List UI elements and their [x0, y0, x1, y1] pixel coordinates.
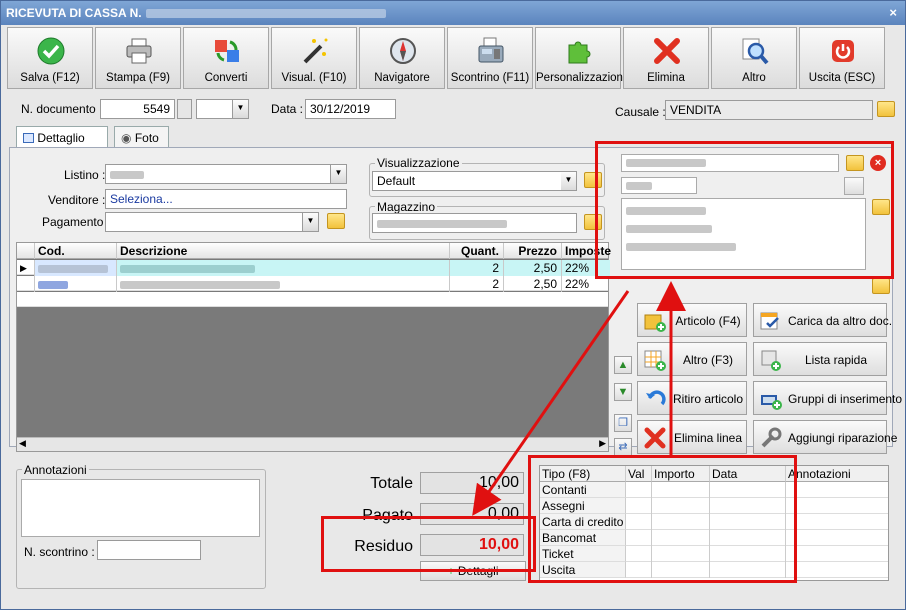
customize-button[interactable]: Personalizzazioni: [535, 27, 626, 89]
table-row[interactable]: 2 2,50 22%: [17, 276, 608, 292]
tab-dettaglio[interactable]: Dettaglio (F5): [16, 126, 108, 159]
annotazioni-title: Annotazioni: [22, 463, 89, 477]
annotazioni-textarea[interactable]: [21, 479, 260, 537]
pagamento-label: Pagamento :: [42, 215, 111, 229]
date-label: Data :: [271, 102, 304, 116]
wrench-icon: [761, 427, 782, 448]
save-button[interactable]: Salva (F12): [7, 27, 93, 89]
compass-icon: [390, 38, 416, 64]
chevron-down-icon[interactable]: ▼: [561, 172, 576, 190]
listino-label: Listino :: [64, 168, 106, 182]
close-icon[interactable]: ×: [889, 1, 897, 25]
exit-button[interactable]: Uscita (ESC): [799, 27, 885, 89]
redacted-number: [145, 9, 386, 19]
power-icon: [832, 40, 854, 62]
grid-header: Cod. Descrizione Quant. Prezzo Imposte: [17, 243, 611, 259]
camera-icon: ◉: [121, 131, 132, 145]
listino-select[interactable]: ▼: [105, 164, 347, 184]
move-up-icon[interactable]: ▲: [614, 356, 632, 374]
more-button[interactable]: Altro: [711, 27, 797, 89]
add-repair-button[interactable]: Aggiungi riparazione: [753, 420, 897, 454]
magnifier-icon: [742, 38, 769, 65]
duplicate-row-icon[interactable]: ⇄: [614, 438, 632, 456]
col-prezzo[interactable]: Prezzo: [504, 243, 562, 259]
highlight-customer-box: [595, 141, 894, 279]
convert-button[interactable]: Converti: [183, 27, 269, 89]
magic-wand-icon: [303, 38, 328, 64]
folder-icon[interactable]: [877, 101, 895, 117]
venditore-label: Venditore :: [48, 193, 106, 207]
insert-group-icon: [761, 395, 782, 410]
receipt-button[interactable]: Scontrino (F11): [447, 27, 533, 89]
highlight-payments-box: [528, 455, 797, 583]
doc-number-field[interactable]: 5549: [100, 99, 175, 119]
table-row[interactable]: [17, 292, 608, 307]
main-toolbar: Salva (F12) Stampa (F9) Converti Visual.…: [7, 27, 891, 89]
date-field[interactable]: 30/12/2019: [305, 99, 396, 119]
visualizzazione-title: Visualizzazione: [375, 156, 462, 170]
magazzino-title: Magazzino: [375, 200, 438, 214]
load-doc-button[interactable]: Carica da altro doc.: [753, 303, 892, 337]
add-grid-icon: [644, 350, 666, 371]
load-doc-icon: [760, 312, 779, 330]
scontrino-field[interactable]: [97, 540, 201, 560]
copy-row-icon[interactable]: ❐: [614, 414, 632, 432]
print-button[interactable]: Stampa (F9): [95, 27, 181, 89]
doc-number-label: N. documento :: [21, 102, 103, 116]
row-pointer-icon: ▶: [17, 260, 35, 276]
add-article-button[interactable]: Articolo (F4): [637, 303, 747, 337]
totale-value: 10,00: [420, 472, 524, 494]
chevron-down-icon: ▼: [232, 100, 248, 118]
scroll-right-icon[interactable]: ▶: [599, 438, 606, 449]
col-annotazioni[interactable]: Annotazioni: [786, 466, 888, 482]
title-bar: RICEVUTA DI CASSA N. ×: [1, 1, 905, 25]
delete-button[interactable]: Elimina: [623, 27, 709, 89]
delete-line-button[interactable]: Elimina linea: [637, 420, 747, 454]
return-arrow-icon: [646, 390, 666, 406]
chevron-down-icon: ▼: [330, 165, 346, 183]
pagamento-select[interactable]: ▼: [105, 212, 319, 232]
scroll-left-icon[interactable]: ◀: [19, 438, 26, 449]
col-quant[interactable]: Quant.: [450, 243, 504, 259]
quick-list-button[interactable]: Lista rapida: [753, 342, 887, 376]
articles-grid: Cod. Descrizione Quant. Prezzo Imposte ▶…: [16, 242, 611, 452]
insert-group-button[interactable]: Gruppi di inserimento: [753, 381, 902, 415]
delete-line-icon: [644, 427, 666, 449]
add-article-icon: [644, 314, 666, 332]
receipt-window: RICEVUTA DI CASSA N. × Salva (F12) Stamp…: [0, 0, 906, 610]
totale-label: Totale: [370, 475, 413, 492]
doc-series-select[interactable]: ▼: [196, 99, 249, 119]
scontrino-label: N. scontrino :: [24, 545, 95, 559]
tab-foto[interactable]: ◉ Foto: [114, 126, 169, 148]
navigator-button[interactable]: Navigatore: [359, 27, 445, 89]
highlight-residuo-box: [321, 516, 536, 572]
add-other-button[interactable]: Altro (F3): [637, 342, 747, 376]
causale-label: Causale :: [615, 105, 666, 119]
folder-icon[interactable]: [327, 213, 345, 229]
window-icon: [23, 133, 34, 143]
horizontal-scrollbar[interactable]: ◀ ▶: [17, 437, 608, 451]
window-title: RICEVUTA DI CASSA N.: [6, 6, 142, 20]
col-descrizione[interactable]: Descrizione: [117, 243, 450, 259]
causale-field[interactable]: VENDITA: [665, 100, 873, 120]
check-icon: [37, 37, 65, 65]
folder-icon[interactable]: [872, 278, 890, 294]
puzzle-icon: [568, 41, 591, 64]
return-article-button[interactable]: Ritiro articolo: [637, 381, 747, 415]
move-down-icon[interactable]: ▼: [614, 383, 632, 401]
venditore-field[interactable]: Seleziona...: [105, 189, 347, 209]
quick-list-icon: [761, 350, 781, 371]
chevron-down-icon: ▼: [302, 213, 318, 231]
delete-x-icon: [654, 38, 680, 64]
doc-number-spinner[interactable]: [177, 99, 192, 119]
table-row[interactable]: ▶ 2 2,50 22%: [17, 260, 610, 276]
magazzino-field[interactable]: [372, 213, 577, 233]
visualizzazione-select[interactable]: Default: [372, 171, 577, 191]
visual-button[interactable]: Visual. (F10): [271, 27, 357, 89]
cash-register-icon: [478, 37, 504, 63]
printer-icon: [126, 38, 152, 64]
col-cod[interactable]: Cod.: [35, 243, 117, 259]
convert-icon: [215, 40, 239, 62]
